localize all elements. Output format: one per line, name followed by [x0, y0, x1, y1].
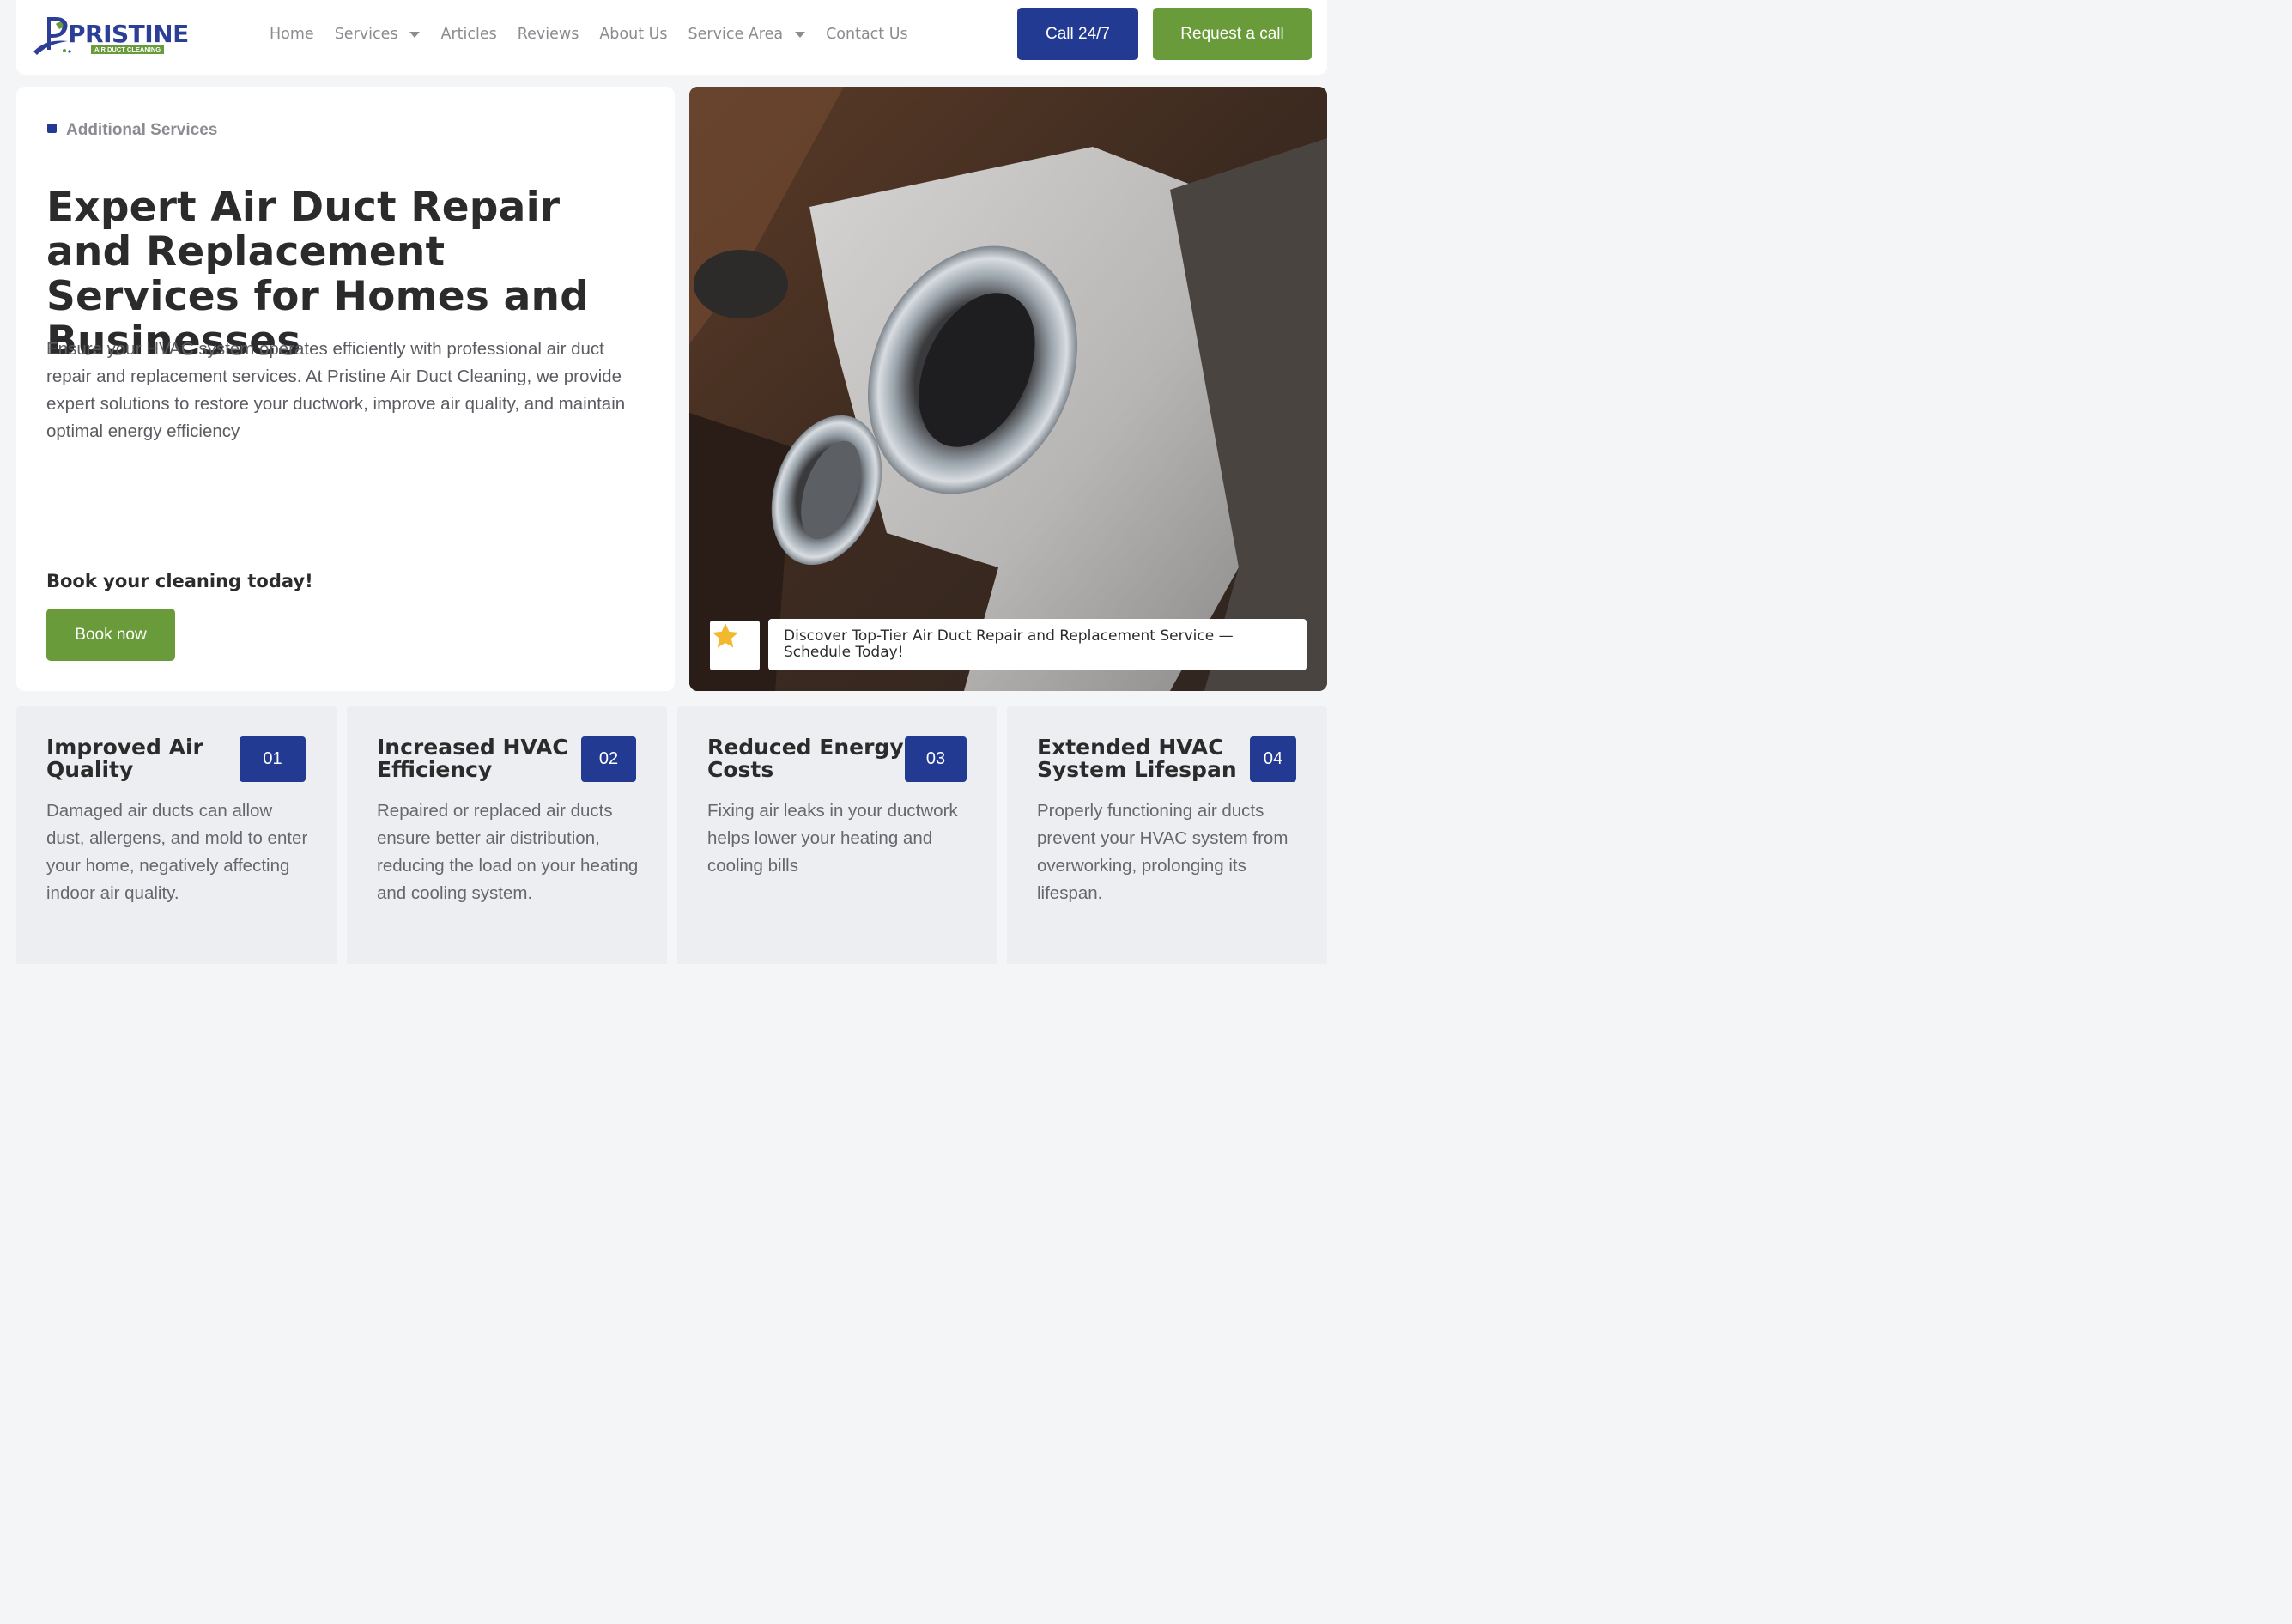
- feature-title: Reduced Energy Costs: [707, 735, 904, 782]
- feature-number-badge: 03: [905, 736, 967, 782]
- feature-card-system-lifespan: Extended HVAC System Lifespan 04 Properl…: [1007, 706, 1327, 964]
- chevron-down-icon: [795, 31, 806, 38]
- feature-card-air-quality: Improved Air Quality 01 Damaged air duct…: [16, 706, 337, 964]
- feature-number-badge: 04: [1250, 736, 1296, 782]
- star-icon: [712, 623, 738, 648]
- site-header: PRISTINE AIR DUCT CLEANING Home Services…: [16, 0, 1327, 75]
- section-kicker: Additional Services: [47, 121, 217, 140]
- request-call-button[interactable]: Request a call: [1153, 8, 1312, 60]
- pristine-logo[interactable]: PRISTINE AIR DUCT CLEANING: [30, 12, 189, 57]
- logo-subtitle: AIR DUCT CLEANING: [91, 45, 165, 54]
- hero-card: Additional Services Expert Air Duct Repa…: [16, 87, 675, 691]
- feature-number-badge: 01: [240, 736, 306, 782]
- feature-number-badge: 02: [581, 736, 636, 782]
- feature-text: Damaged air ducts can allow dust, allerg…: [46, 801, 308, 903]
- nav-articles-label: Articles: [440, 26, 497, 43]
- nav-home[interactable]: Home: [270, 22, 314, 46]
- feature-card-hvac-efficiency: Increased HVAC Efficiency 02 Repaired or…: [347, 706, 667, 964]
- nav-about-us-label: About Us: [599, 26, 668, 43]
- nav-reviews-label: Reviews: [517, 26, 579, 43]
- nav-services-label: Services: [334, 26, 398, 43]
- feature-text: Repaired or replaced air ducts ensure be…: [377, 801, 639, 903]
- feature-title: Improved Air Quality: [46, 735, 203, 782]
- book-now-button[interactable]: Book now: [46, 609, 175, 661]
- featured-badge: [710, 621, 760, 670]
- feature-text: Fixing air leaks in your ductwork helps …: [707, 801, 958, 876]
- main-nav: Home Services Articles Reviews About Us …: [270, 22, 929, 46]
- feature-text: Properly functioning air ducts prevent y…: [1037, 801, 1288, 903]
- kicker-label: Additional Services: [66, 121, 218, 139]
- call-24-7-button[interactable]: Call 24/7: [1017, 8, 1138, 60]
- kicker-square-icon: [47, 123, 57, 133]
- hero-duct-image: Discover Top-Tier Air Duct Repair and Re…: [689, 87, 1327, 691]
- nav-service-area[interactable]: Service Area: [688, 22, 806, 46]
- nav-articles[interactable]: Articles: [440, 22, 496, 46]
- nav-about-us[interactable]: About Us: [599, 22, 667, 46]
- logo-wordmark: PRISTINE: [68, 20, 189, 48]
- nav-reviews[interactable]: Reviews: [518, 22, 579, 46]
- nav-home-label: Home: [270, 26, 314, 43]
- feature-title: Increased HVAC Efficiency: [377, 735, 568, 782]
- hero-description: Ensure your HVAC system operates efficie…: [46, 339, 626, 441]
- chevron-down-icon: [409, 31, 421, 38]
- image-caption: Discover Top-Tier Air Duct Repair and Re…: [768, 619, 1307, 670]
- feature-card-energy-costs: Reduced Energy Costs 03 Fixing air leaks…: [677, 706, 997, 964]
- nav-service-area-label: Service Area: [688, 26, 784, 43]
- duct-photo-illustration: [689, 87, 1327, 691]
- feature-title: Extended HVAC System Lifespan: [1037, 735, 1237, 782]
- nav-contact-us-label: Contact Us: [826, 26, 908, 43]
- nav-contact-us[interactable]: Contact Us: [826, 22, 908, 46]
- book-heading: Book your cleaning today!: [46, 571, 313, 591]
- nav-services[interactable]: Services: [335, 22, 421, 46]
